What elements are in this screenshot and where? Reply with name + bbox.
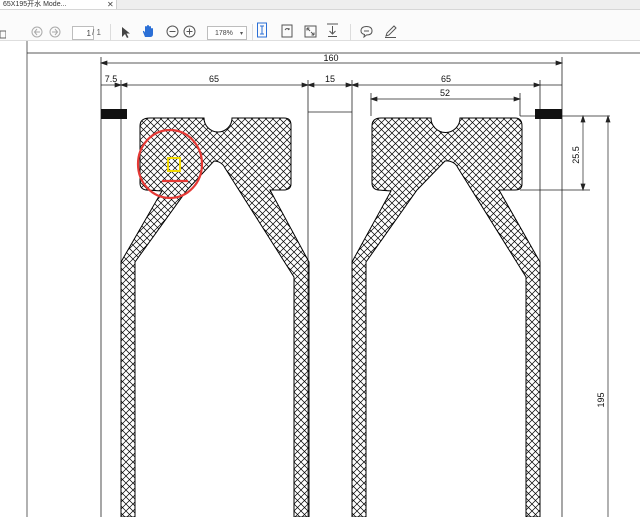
- technical-drawing: 160 7.5 65 15 65 52 25.5 195: [26, 41, 640, 518]
- hand-tool-icon[interactable]: [140, 22, 156, 40]
- previous-page-icon[interactable]: [30, 23, 44, 41]
- next-page-icon[interactable]: [48, 23, 62, 41]
- left-bottle-shape: [120, 117, 310, 518]
- download-icon[interactable]: [325, 21, 339, 39]
- dim-left-width: 65: [209, 74, 219, 84]
- comment-icon[interactable]: [359, 22, 373, 40]
- select-cursor-icon[interactable]: [120, 23, 132, 41]
- dim-inner-width: 52: [440, 88, 450, 98]
- tab-title: 65X195开水 Mode...: [3, 1, 67, 8]
- zoom-select[interactable]: 178% ▾: [207, 26, 247, 40]
- dim-total-height: 195: [596, 392, 606, 407]
- dim-left-margin: 7.5: [105, 74, 118, 84]
- dim-gap: 15: [325, 74, 335, 84]
- toolbar-divider: [252, 24, 253, 42]
- zoom-out-icon[interactable]: [165, 22, 179, 40]
- close-tab-icon[interactable]: ✕: [107, 0, 114, 9]
- zoom-value: 178%: [215, 30, 233, 37]
- rotate-page-icon[interactable]: [280, 22, 294, 40]
- dim-right-width: 65: [441, 74, 451, 84]
- dim-head-height: 25.5: [571, 146, 581, 164]
- zoom-in-icon[interactable]: [182, 22, 196, 40]
- tab-bar: 65X195开水 Mode... ✕: [0, 0, 640, 10]
- dim-overall: 160: [323, 53, 338, 63]
- page-total: / 1: [92, 28, 101, 37]
- fit-page-icon[interactable]: [255, 21, 269, 39]
- right-bottle-shape: [351, 117, 541, 518]
- toolbar-divider: [350, 24, 351, 42]
- document-viewport[interactable]: 160 7.5 65 15 65 52 25.5 195: [0, 41, 640, 518]
- toolbar-divider: [110, 24, 111, 42]
- document-tab[interactable]: 65X195开水 Mode... ✕: [0, 0, 117, 9]
- full-screen-icon[interactable]: [303, 22, 317, 40]
- chevron-down-icon: ▾: [239, 31, 243, 37]
- page-number-input[interactable]: 1: [72, 26, 94, 40]
- toolbar: 1 / 1 178% ▾: [0, 10, 640, 42]
- sign-pen-icon[interactable]: [383, 22, 397, 40]
